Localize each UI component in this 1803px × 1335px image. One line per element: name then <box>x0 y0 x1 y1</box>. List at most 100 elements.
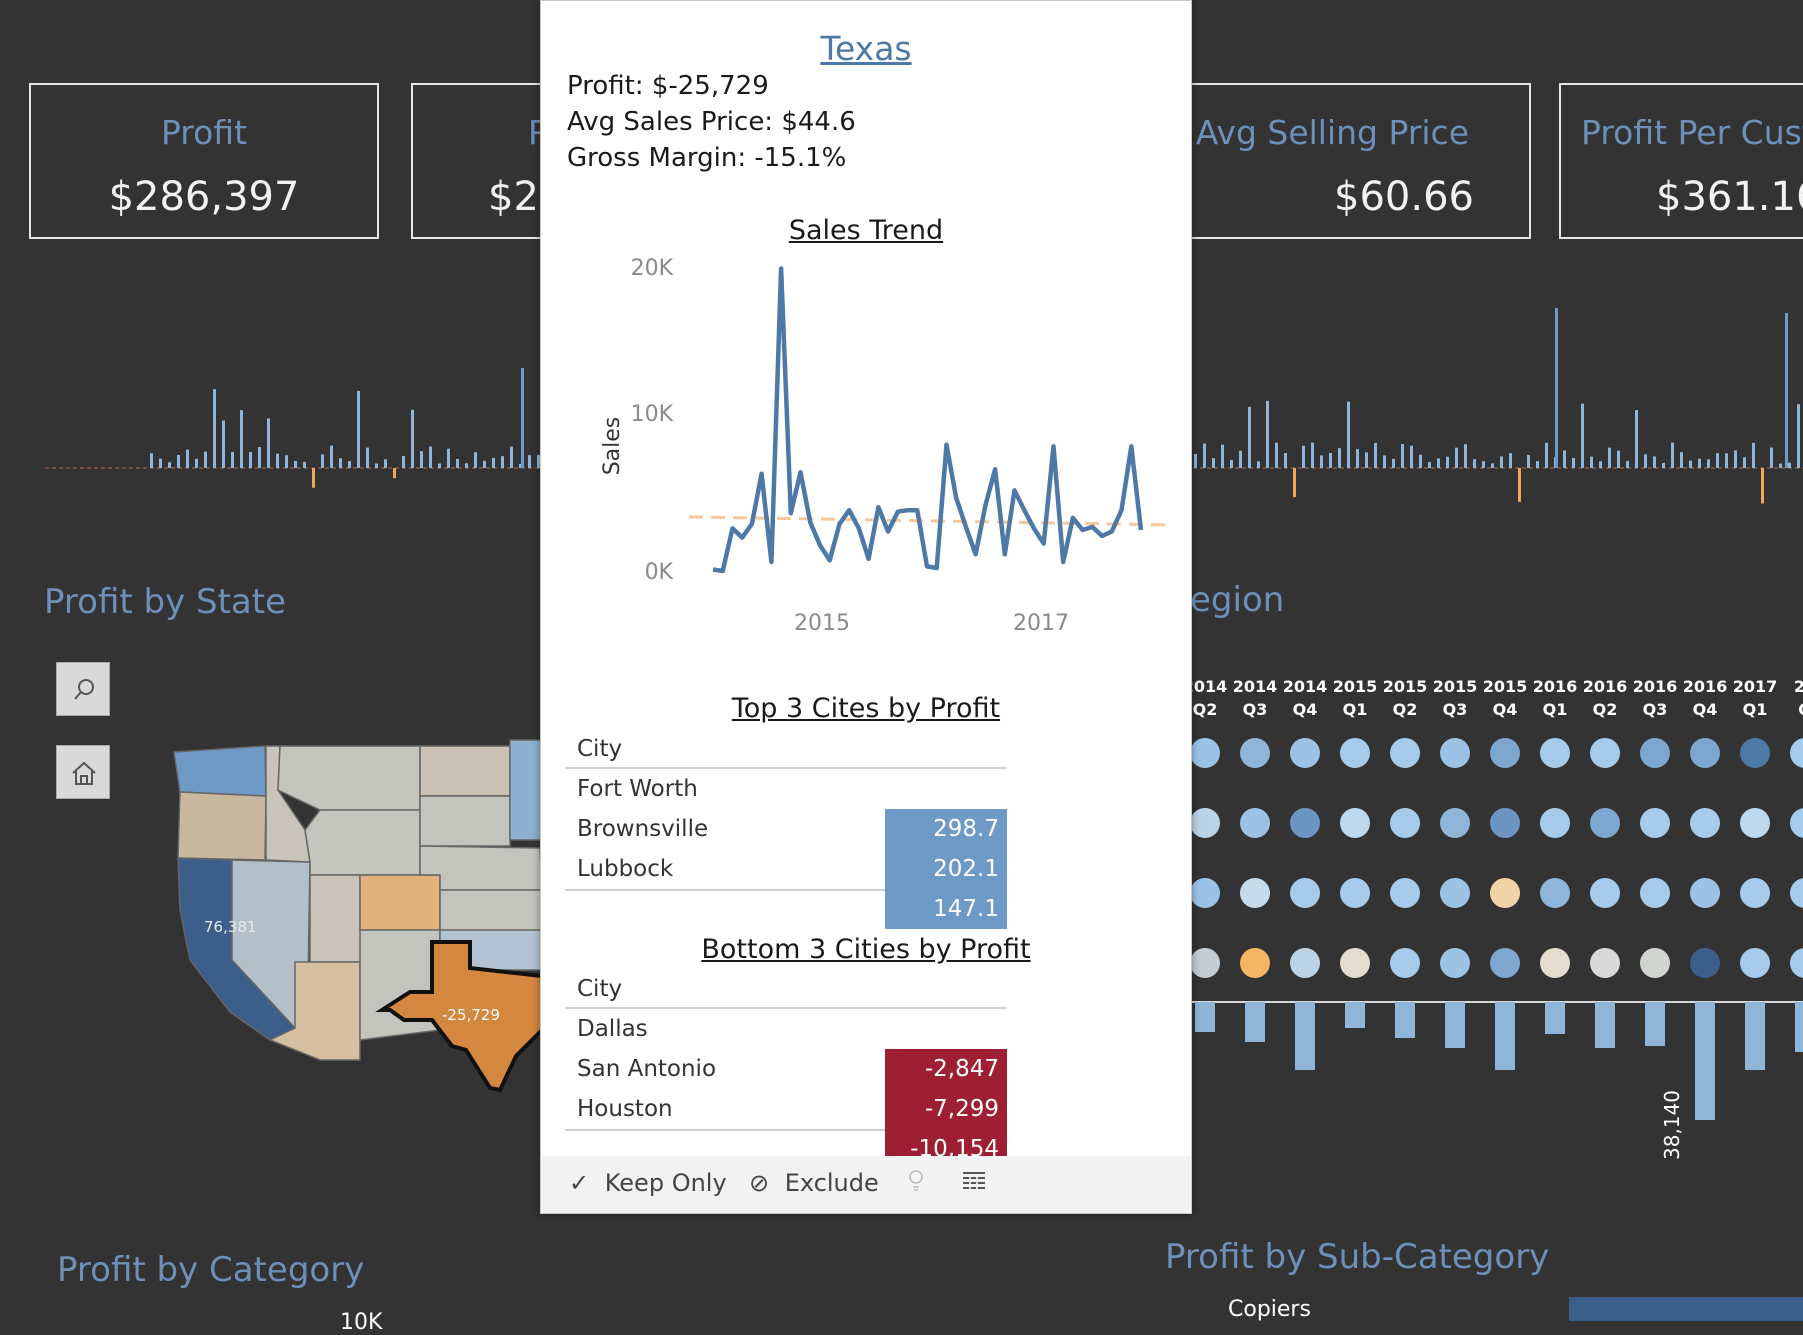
subcategory-quarter-bar[interactable] <box>1545 1002 1565 1034</box>
subcategory-quarter-bar[interactable] <box>1595 1002 1615 1048</box>
region-quarter-dot[interactable] <box>1340 808 1370 838</box>
keep-only-button[interactable]: ✓ Keep Only <box>569 1169 727 1197</box>
region-quarter-dot[interactable] <box>1790 808 1803 838</box>
top-city-city: Brownsville <box>577 816 709 842</box>
region-quarter-dot[interactable] <box>1490 948 1520 978</box>
kpi-avg-selling-price[interactable]: Avg Selling Price $60.66 <box>1150 83 1531 239</box>
subcategory-quarter-bar[interactable] <box>1195 1002 1215 1032</box>
region-quarter-dot[interactable] <box>1690 738 1720 768</box>
region-quarter-dot[interactable] <box>1440 808 1470 838</box>
region-quarter-dot[interactable] <box>1440 948 1470 978</box>
region-quarter-dot[interactable] <box>1240 948 1270 978</box>
region-quarter-dot[interactable] <box>1540 878 1570 908</box>
region-quarter-dot[interactable] <box>1690 878 1720 908</box>
bottom-city-row[interactable]: Houston -10,154 <box>565 1089 1007 1169</box>
quarter-year: 20 <box>1793 677 1803 696</box>
region-quarter-dot[interactable] <box>1690 948 1720 978</box>
profit-by-category-title: Profit by Category <box>57 1250 365 1290</box>
subcategory-quarter-bar[interactable] <box>1395 1002 1415 1038</box>
top-city-row[interactable]: Fort Worth 298.7 <box>565 769 1007 849</box>
region-quarter-dot[interactable] <box>1740 808 1770 838</box>
top-city-row[interactable]: Lubbock 147.1 <box>565 849 1007 929</box>
bottom-city-row[interactable]: San Antonio -7,299 <box>565 1049 1007 1129</box>
region-quarter-dot[interactable] <box>1390 948 1420 978</box>
map-search-button[interactable] <box>56 662 110 716</box>
region-quarter-dot[interactable] <box>1240 738 1270 768</box>
map-home-button[interactable] <box>56 745 110 799</box>
region-quarter-dot[interactable] <box>1540 808 1570 838</box>
profit-strip-bar <box>1761 468 1764 504</box>
profit-strip-bar <box>1671 442 1674 468</box>
exclude-button[interactable]: ⊘ Exclude <box>749 1169 879 1197</box>
region-quarter-dot[interactable] <box>1490 878 1520 908</box>
subcategory-quarter-bar[interactable] <box>1445 1002 1465 1048</box>
subcategory-quarter-bar[interactable] <box>1695 1002 1715 1120</box>
region-quarter-dot[interactable] <box>1340 878 1370 908</box>
region-quarter-dot[interactable] <box>1590 738 1620 768</box>
region-quarter-dot[interactable] <box>1440 738 1470 768</box>
profit-strip-bar <box>1500 456 1503 468</box>
region-quarter-dot[interactable] <box>1290 878 1320 908</box>
region-quarter-dot[interactable] <box>1490 808 1520 838</box>
region-quarter-dot[interactable] <box>1640 738 1670 768</box>
lightbulb-icon[interactable] <box>907 1169 925 1199</box>
profit-strip-bar <box>366 447 369 468</box>
region-quarter-dot[interactable] <box>1740 738 1770 768</box>
subcategory-quarter-bar[interactable] <box>1295 1002 1315 1070</box>
view-data-icon[interactable] <box>961 1169 987 1197</box>
state-montana <box>277 745 421 811</box>
region-quarter-dot[interactable] <box>1540 738 1570 768</box>
kpi-profit-per-customer[interactable]: Profit Per Custo $361.16 <box>1559 83 1803 239</box>
profit-strip-bar <box>1644 454 1647 468</box>
region-quarter-dot[interactable] <box>1190 808 1220 838</box>
region-quarter-dot[interactable] <box>1190 738 1220 768</box>
quarter-q: Q1 <box>1342 700 1368 719</box>
top-city-row[interactable]: Brownsville 202.1 <box>565 809 1007 889</box>
kpi-profit-per-customer-value: $361.16 <box>1656 174 1803 220</box>
subcategory-quarter-bar[interactable] <box>1495 1002 1515 1070</box>
bottom-city-row[interactable]: Dallas -2,847 <box>565 1009 1007 1089</box>
region-quarter-dot[interactable] <box>1290 948 1320 978</box>
region-quarter-dot[interactable] <box>1790 878 1803 908</box>
region-quarter-dot[interactable] <box>1240 808 1270 838</box>
tooltip-state-name[interactable]: Texas <box>541 29 1191 68</box>
region-quarter-dot[interactable] <box>1290 808 1320 838</box>
region-quarter-dot[interactable] <box>1790 948 1803 978</box>
profit-strip-bar <box>465 463 468 468</box>
state-map[interactable]: 76,381 -25,729 <box>170 730 550 1100</box>
region-quarter-dot[interactable] <box>1440 878 1470 908</box>
region-quarter-dot[interactable] <box>1290 738 1320 768</box>
region-quarter-dot[interactable] <box>1690 808 1720 838</box>
region-quarter-dot[interactable] <box>1340 948 1370 978</box>
region-quarter-dot[interactable] <box>1390 878 1420 908</box>
subcategory-quarter-bar[interactable] <box>1795 1002 1803 1052</box>
quarter-header: 2015 Q1 <box>1330 675 1380 721</box>
region-quarter-dot[interactable] <box>1490 738 1520 768</box>
region-quarter-dot[interactable] <box>1390 738 1420 768</box>
kpi-profit[interactable]: Profit $286,397 <box>29 83 379 239</box>
top-city-value: 147.1 <box>885 889 1007 929</box>
subcategory-label-copiers: Copiers <box>1228 1297 1311 1322</box>
region-quarter-dot[interactable] <box>1590 878 1620 908</box>
region-quarter-dot[interactable] <box>1640 808 1670 838</box>
region-quarter-dot[interactable] <box>1190 878 1220 908</box>
region-quarter-dot[interactable] <box>1590 808 1620 838</box>
profit-strip-bar <box>213 389 216 468</box>
region-quarter-dot[interactable] <box>1390 808 1420 838</box>
region-quarter-dot[interactable] <box>1640 948 1670 978</box>
region-quarter-dot[interactable] <box>1740 948 1770 978</box>
subcategory-quarter-bar[interactable] <box>1745 1002 1765 1070</box>
region-quarter-dot[interactable] <box>1640 878 1670 908</box>
region-quarter-dot[interactable] <box>1790 738 1803 768</box>
region-quarter-dot[interactable] <box>1540 948 1570 978</box>
region-quarter-dot[interactable] <box>1590 948 1620 978</box>
exclude-label: Exclude <box>784 1169 879 1197</box>
subcategory-quarter-bar[interactable] <box>1645 1002 1665 1046</box>
region-quarter-dot[interactable] <box>1240 878 1270 908</box>
profit-strip-bar <box>1320 455 1323 468</box>
subcategory-quarter-bar[interactable] <box>1245 1002 1265 1042</box>
region-quarter-dot[interactable] <box>1740 878 1770 908</box>
region-quarter-dot[interactable] <box>1190 948 1220 978</box>
subcategory-quarter-bar[interactable] <box>1345 1002 1365 1028</box>
region-quarter-dot[interactable] <box>1340 738 1370 768</box>
